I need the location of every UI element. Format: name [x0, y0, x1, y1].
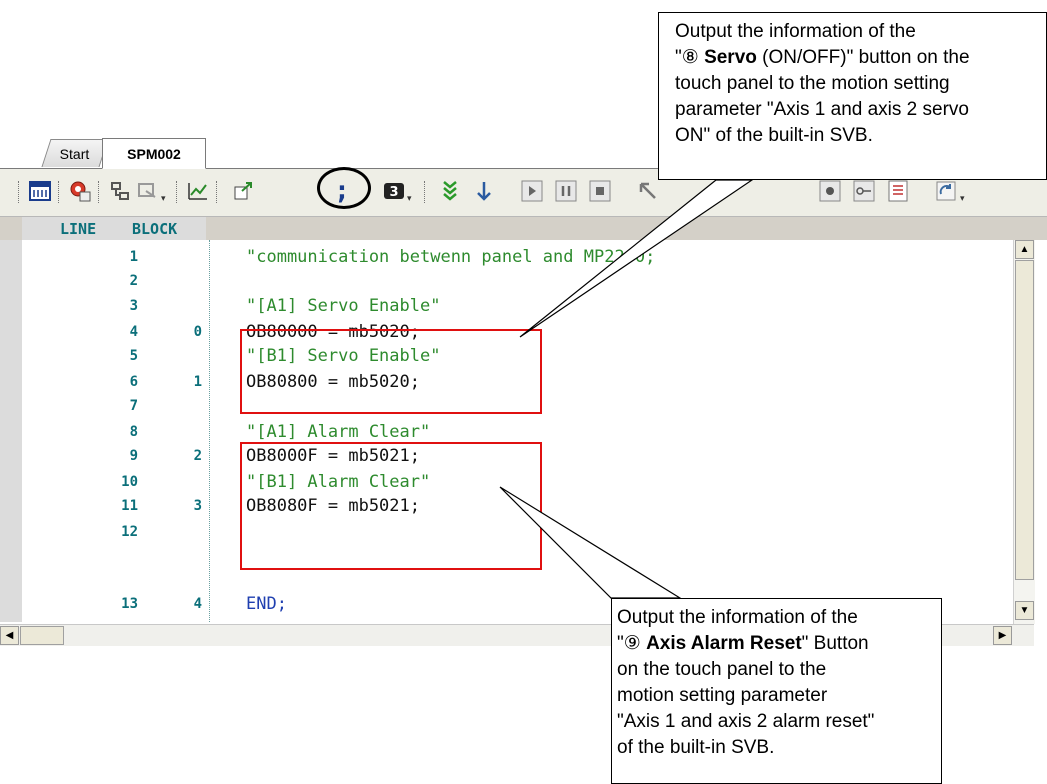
monitor-icon[interactable]: [68, 179, 92, 203]
svg-text:3: 3: [389, 185, 398, 200]
callout-alarm-line3: on the touch panel to the: [617, 659, 827, 680]
code-text[interactable]: OB8000F = mb5021;: [246, 444, 420, 468]
code-text[interactable]: OB80800 = mb5020;: [246, 370, 420, 394]
line-number: 12: [121, 524, 138, 540]
callout-alarm-line4: motion setting parameter: [617, 685, 828, 706]
line-number: 2: [129, 273, 138, 289]
scroll-right-button[interactable]: ▶: [993, 626, 1012, 645]
line-number: 9: [129, 448, 138, 464]
toolbar-sep: [216, 181, 220, 203]
scroll-left-button[interactable]: ◀: [0, 626, 19, 645]
block-number: 1: [193, 374, 202, 390]
callout-servo-line1: Output the information of the: [675, 21, 916, 42]
step-down-icon[interactable]: [472, 179, 496, 203]
toolbar-sep: [176, 181, 180, 203]
line-number: 1: [129, 249, 138, 265]
code-text[interactable]: OB80000 = mb5020;: [246, 320, 420, 344]
export-icon[interactable]: [232, 179, 256, 203]
block-number: [150, 395, 202, 417]
header-gutter: [0, 217, 22, 240]
line-number: 6: [129, 374, 138, 390]
tab-start[interactable]: Start: [41, 139, 109, 167]
block-number: [150, 345, 202, 367]
callout-servo-line3: touch panel to the motion setting: [675, 73, 950, 94]
column-block: BLOCK: [132, 220, 178, 238]
semicolon-icon[interactable]: ;: [330, 178, 354, 204]
callout-alarm-line1: Output the information of the: [617, 607, 858, 628]
block-number: 2: [193, 448, 202, 464]
column-line: LINE: [60, 220, 97, 238]
header-label-area: [22, 217, 206, 240]
block-number: [150, 471, 202, 493]
code-text[interactable]: END;: [246, 592, 287, 616]
back-icon[interactable]: [636, 179, 660, 203]
breakpoint-link-icon[interactable]: [852, 179, 876, 203]
callout-servo: Output the information of the "⑧ Servo (…: [658, 12, 1047, 180]
window-icon[interactable]: [136, 179, 160, 203]
scroll-up-button[interactable]: ▲: [1015, 240, 1034, 259]
line-number: 13: [121, 596, 138, 612]
toolbar-sep: [98, 181, 102, 203]
line-number: 4: [129, 324, 138, 340]
code-text[interactable]: "[A1] Alarm Clear": [246, 420, 430, 444]
line-number: 5: [129, 348, 138, 364]
line-number: 11: [121, 498, 138, 514]
block-number: [150, 270, 202, 292]
callout-servo-line2: "⑧ Servo (ON/OFF)" button on the: [675, 47, 970, 68]
column-header: LINE BLOCK: [0, 217, 1047, 241]
block-number: [150, 246, 202, 268]
callout-alarm-line5: "Axis 1 and axis 2 alarm reset": [617, 711, 875, 732]
tab-spm002[interactable]: SPM002: [102, 138, 206, 169]
line-number: 10: [121, 474, 138, 490]
block-number: [150, 521, 202, 543]
stop-icon[interactable]: [588, 179, 612, 203]
toolbar-grip[interactable]: [18, 181, 22, 203]
column-divider: [209, 240, 210, 622]
block-number: [150, 421, 202, 443]
code-text[interactable]: "[A1] Servo Enable": [246, 294, 440, 318]
code-editor[interactable]: 1 "communication betwenn panel and MP220…: [0, 240, 1047, 622]
toolbar-sep: [424, 181, 428, 203]
toolbar-sep: [58, 181, 62, 203]
tab-start-label: Start: [59, 146, 90, 162]
callout-alarm: Output the information of the "⑨ Axis Al…: [611, 598, 942, 784]
code-text[interactable]: OB8080F = mb5021;: [246, 494, 420, 518]
line-number: 7: [129, 398, 138, 414]
callout-servo-line5: ON" of the built-in SVB.: [675, 125, 873, 146]
code-text[interactable]: "[B1] Alarm Clear": [246, 470, 430, 494]
ladder-icon[interactable]: [28, 179, 52, 203]
chart-icon[interactable]: [186, 179, 210, 203]
code-text[interactable]: "[B1] Servo Enable": [246, 344, 440, 368]
vertical-scroll-thumb[interactable]: [1015, 260, 1034, 580]
breakpoint-icon[interactable]: [818, 179, 842, 203]
chevron-down-icon[interactable]: ▾: [161, 191, 169, 205]
play-icon[interactable]: [520, 179, 544, 203]
chevron-down-icon[interactable]: ▾: [407, 191, 415, 205]
number-icon[interactable]: 3: [382, 179, 406, 203]
callout-alarm-line2: "⑨ Axis Alarm Reset" Button: [617, 633, 869, 654]
block-number: 0: [193, 324, 202, 340]
tab-spm002-label: SPM002: [127, 146, 181, 162]
block-number: 3: [193, 498, 202, 514]
line-number: 8: [129, 424, 138, 440]
compile-icon[interactable]: [108, 179, 132, 203]
callout-servo-line4: parameter "Axis 1 and axis 2 servo: [675, 99, 969, 120]
chevron-down-icon[interactable]: ▾: [960, 191, 968, 205]
list-icon[interactable]: [886, 179, 910, 203]
block-number: [150, 295, 202, 317]
pause-icon[interactable]: [554, 179, 578, 203]
scroll-down-button[interactable]: ▼: [1015, 601, 1034, 620]
step-over-icon[interactable]: [438, 179, 462, 203]
line-number: 3: [129, 298, 138, 314]
refresh-icon[interactable]: [934, 179, 958, 203]
block-number: 4: [193, 596, 202, 612]
horizontal-scroll-thumb[interactable]: [20, 626, 64, 645]
program-editor-window: Start SPM002 ▾ ; 3 ▾ ▾ LINE BLOCK 1 "com…: [0, 0, 1047, 784]
code-text[interactable]: "communication betwenn panel and MP2200;: [246, 245, 655, 269]
callout-alarm-line6: of the built-in SVB.: [617, 737, 775, 758]
vertical-scrollbar[interactable]: ▲ ▼: [1013, 240, 1035, 624]
